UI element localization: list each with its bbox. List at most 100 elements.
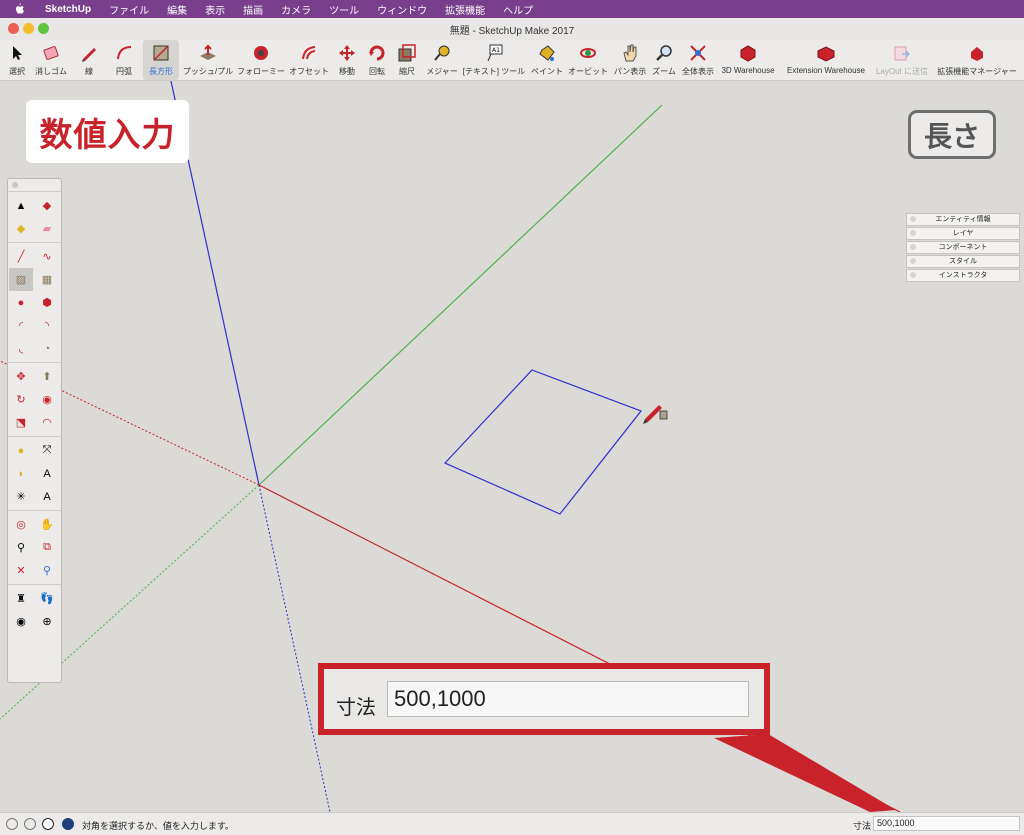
main-toolbar: 選択 消しゴム 線 円弧 長方形 プッシュ/プル フォローミー オフセット 移動… xyxy=(0,40,1024,81)
follow-me-tool-button[interactable]: フォローミー xyxy=(236,40,286,80)
toolbar-label: 縮尺 xyxy=(399,67,415,76)
help-icon[interactable] xyxy=(62,818,74,830)
push-pull-tool-button[interactable]: プッシュ/プル xyxy=(182,40,234,80)
palette-pie-icon[interactable]: ◔ xyxy=(35,337,59,360)
3d-warehouse-button[interactable]: 3D Warehouse xyxy=(718,40,778,80)
palette-walk-icon[interactable]: 👣 xyxy=(35,587,59,610)
menu-view[interactable]: 表示 xyxy=(196,2,234,17)
zoom-tool-button[interactable]: ズーム xyxy=(650,40,678,80)
tray-instructor[interactable]: インストラクタ xyxy=(906,269,1020,282)
palette-orbit-icon[interactable]: ◎ xyxy=(9,513,33,536)
palette-dimension-icon[interactable]: ⤧ xyxy=(35,439,59,462)
palette-move-icon[interactable]: ✥ xyxy=(9,365,33,388)
palette-close-button[interactable] xyxy=(12,182,18,188)
palette-follow-me-icon[interactable]: ◉ xyxy=(35,388,59,411)
palette-circle-icon[interactable]: ● xyxy=(9,291,33,314)
line-tool-button[interactable]: 線 xyxy=(75,40,103,80)
palette-zoom-extents-icon[interactable]: ✕ xyxy=(9,559,33,582)
eraser-tool-button[interactable]: 消しゴム xyxy=(32,40,70,80)
palette-zoom-icon[interactable]: ⚲ xyxy=(9,536,33,559)
rectangle-tool-button[interactable]: 長方形 xyxy=(143,40,179,80)
toolbar-label: オフセット xyxy=(289,67,329,76)
numeric-input-caption: 数値入力 xyxy=(26,100,189,163)
menu-file[interactable]: ファイル xyxy=(100,2,158,17)
palette-zoom-window-icon[interactable]: ⧉ xyxy=(35,536,59,559)
select-tool-button[interactable]: 選択 xyxy=(4,40,30,80)
palette-paint-bucket-icon[interactable]: ◆ xyxy=(9,217,33,240)
rectangle-preview xyxy=(443,369,642,515)
palette-text-icon[interactable]: A xyxy=(35,462,59,485)
menu-window[interactable]: ウィンドウ xyxy=(368,2,436,17)
vcb-input[interactable]: 500,1000 xyxy=(873,816,1020,831)
palette-rectangle-icon[interactable]: ▨ xyxy=(9,268,33,291)
pan-tool-button[interactable]: パン表示 xyxy=(612,40,648,80)
palette-position-camera-icon[interactable]: ♜ xyxy=(9,587,33,610)
length-caption: 長さ xyxy=(908,110,996,159)
menu-edit[interactable]: 編集 xyxy=(158,2,196,17)
palette-previous-view-icon[interactable]: ⚲ xyxy=(35,559,59,582)
menu-extensions[interactable]: 拡張機能 xyxy=(436,2,494,17)
apple-logo-icon[interactable] xyxy=(12,3,26,15)
rectangle-icon xyxy=(151,43,171,63)
palette-push-pull-icon[interactable]: ⬆ xyxy=(35,365,59,388)
tray-label: コンポーネント xyxy=(938,244,988,251)
palette-look-around-icon[interactable]: ◉ xyxy=(9,610,33,633)
scale-tool-button[interactable]: 縮尺 xyxy=(394,40,420,80)
tray-layers[interactable]: レイヤ xyxy=(906,227,1020,240)
palette-tape-measure-icon[interactable]: ● xyxy=(9,439,33,462)
menu-draw[interactable]: 描画 xyxy=(234,2,272,17)
tray-components[interactable]: コンポーネント xyxy=(906,241,1020,254)
offset-tool-button[interactable]: オフセット xyxy=(288,40,330,80)
tape-measure-tool-button[interactable]: メジャー xyxy=(424,40,460,80)
tray-styles[interactable]: スタイル xyxy=(906,255,1020,268)
paint-bucket-tool-button[interactable]: ペイント xyxy=(530,40,564,80)
move-tool-button[interactable]: 移動 xyxy=(334,40,360,80)
menu-sketchup[interactable]: SketchUp xyxy=(36,4,100,15)
palette-rotate-icon[interactable]: ↻ xyxy=(9,388,33,411)
palette-3d-text-icon[interactable]: A xyxy=(35,485,59,508)
palette-offset-icon[interactable]: ◠ xyxy=(35,411,59,434)
toolbar-label: パン表示 xyxy=(613,67,647,76)
text-tool-button[interactable]: A1 [テキスト] ツール xyxy=(462,40,526,80)
palette-arc-icon[interactable]: ◜ xyxy=(9,314,33,337)
palette-line-icon[interactable]: ╱ xyxy=(9,245,33,268)
extension-warehouse-button[interactable]: Extension Warehouse xyxy=(782,40,870,80)
palette-select-icon[interactable]: ▲ xyxy=(9,194,33,217)
palette-2point-arc-icon[interactable]: ◝ xyxy=(35,314,59,337)
palette-3point-arc-icon[interactable]: ◟ xyxy=(9,337,33,360)
palette-section-plane-icon[interactable]: ⊕ xyxy=(35,610,59,633)
toolbar-label: LayOut に送信 xyxy=(875,67,928,76)
menu-tools[interactable]: ツール xyxy=(320,2,368,17)
palette-protractor-icon[interactable]: ◗ xyxy=(9,462,33,485)
palette-make-component-icon[interactable]: ◆ xyxy=(35,194,59,217)
geo-location-icon[interactable] xyxy=(6,818,18,830)
toolbar-label: 消しゴム xyxy=(35,67,67,76)
extension-manager-button[interactable]: 拡張機能マネージャー xyxy=(934,40,1020,80)
zoom-extents-tool-button[interactable]: 全体表示 xyxy=(680,40,716,80)
menu-help[interactable]: ヘルプ xyxy=(494,2,542,17)
toolbar-label: [テキスト] ツール xyxy=(462,67,526,76)
menu-camera[interactable]: カメラ xyxy=(272,2,320,17)
arc-tool-button[interactable]: 円弧 xyxy=(108,40,140,80)
palette-eraser-icon[interactable]: ▰ xyxy=(35,217,59,240)
blue-axis-dotted xyxy=(258,484,331,812)
toolbar-label: 3D Warehouse xyxy=(721,66,775,75)
toolbar-label: 線 xyxy=(85,67,93,76)
user-account-icon[interactable] xyxy=(42,818,54,830)
select-arrow-icon xyxy=(7,43,27,63)
tray-entity-info[interactable]: エンティティ情報 xyxy=(906,213,1020,226)
rotate-tool-button[interactable]: 回転 xyxy=(364,40,390,80)
toolbar-label: 移動 xyxy=(339,67,355,76)
palette-rotated-rectangle-icon[interactable]: ▦ xyxy=(35,268,59,291)
push-pull-icon xyxy=(198,43,218,63)
orbit-tool-button[interactable]: オービット xyxy=(568,40,608,80)
palette-axes-icon[interactable]: ✳ xyxy=(9,485,33,508)
palette-polygon-icon[interactable]: ⬢ xyxy=(35,291,59,314)
palette-freehand-icon[interactable]: ∿ xyxy=(35,245,59,268)
toolbar-label: 選択 xyxy=(9,67,25,76)
palette-scale-icon[interactable]: ⬔ xyxy=(9,411,33,434)
palette-pan-icon[interactable]: ✋ xyxy=(35,513,59,536)
callout-pointer xyxy=(714,734,896,812)
send-to-layout-button[interactable]: LayOut に送信 xyxy=(873,40,931,80)
credits-icon[interactable] xyxy=(24,818,36,830)
